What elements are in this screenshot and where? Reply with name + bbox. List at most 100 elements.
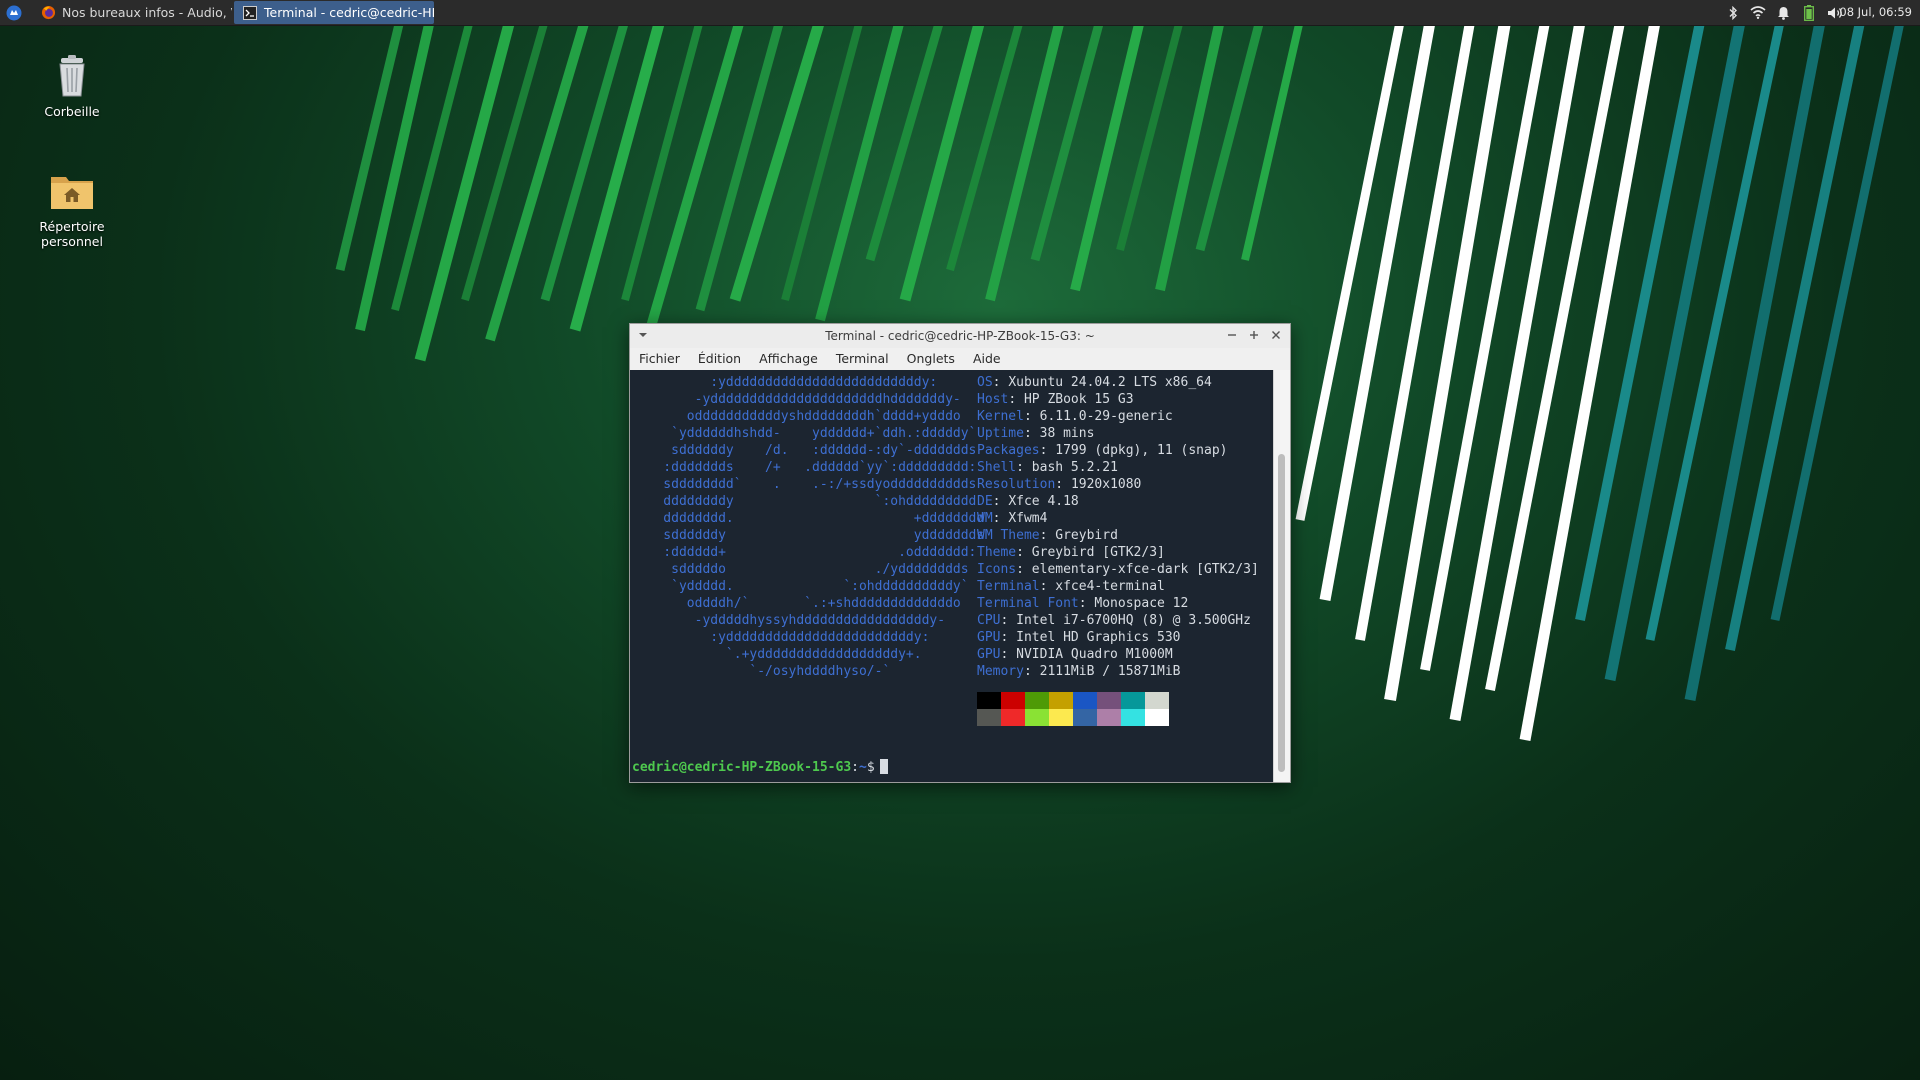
info-key: DE [977,494,993,509]
info-value: elementary-xfce-dark [GTK2/3] [1031,562,1259,577]
info-value: Intel i7-6700HQ (8) @ 3.500GHz [1016,613,1251,628]
color-swatch [1121,709,1145,726]
panel-clock[interactable]: 08 Jul, 06:59 [1839,0,1912,25]
bluetooth-icon[interactable] [1725,0,1741,25]
info-row: Terminal: xfce4-terminal [977,579,1165,594]
color-swatch [1049,709,1073,726]
desktop-icon-home-folder[interactable]: Répertoire personnel [17,167,127,249]
prompt-separator: : [851,760,859,775]
info-value: bash 5.2.21 [1031,460,1118,475]
taskbar-item-firefox[interactable]: Nos bureaux infos - Audio, V... [32,1,232,24]
info-key: Host [977,392,1009,407]
info-row: Kernel: 6.11.0-29-generic [977,409,1173,424]
close-icon [1272,331,1280,339]
color-swatch [1001,709,1025,726]
info-value: 2111MiB / 15871MiB [1039,664,1181,679]
info-value: Xfwm4 [1008,511,1048,526]
whisker-menu-button[interactable] [3,2,25,23]
ascii-logo: :ydddddddddddddddddddddddddy: -ydddddddd… [663,375,985,679]
palette-row-bright [977,709,1169,726]
info-row: GPU: Intel HD Graphics 530 [977,630,1181,645]
info-value: 1799 (dpkg), 11 (snap) [1055,443,1228,458]
info-row: WM: Xfwm4 [977,511,1048,526]
info-key: Terminal Font [977,596,1079,611]
close-button[interactable] [1267,327,1285,345]
info-value: Greybird [1055,528,1118,543]
info-row: Resolution: 1920x1080 [977,477,1142,492]
color-swatch [1073,709,1097,726]
xubuntu-logo-icon [6,5,22,20]
info-row: Icons: elementary-xfce-dark [GTK2/3] [977,562,1259,577]
info-row: Packages: 1799 (dpkg), 11 (snap) [977,443,1228,458]
wifi-icon[interactable] [1748,0,1768,25]
menu-fichier[interactable]: Fichier [630,348,689,370]
info-row: WM Theme: Greybird [977,528,1118,543]
trash-icon [48,52,96,100]
palette-row-normal [977,692,1169,709]
info-row: Terminal Font: Monospace 12 [977,596,1189,611]
info-key: CPU [977,613,1001,628]
window-titlebar[interactable]: Terminal - cedric@cedric-HP-ZBook-15-G3:… [630,324,1290,349]
maximize-icon [1250,331,1258,339]
maximize-button[interactable] [1245,327,1263,345]
info-value: 1920x1080 [1070,477,1142,492]
window-menubar: Fichier Édition Affichage Terminal Ongle… [630,348,1290,370]
firefox-icon [40,5,56,21]
info-row: Shell: bash 5.2.21 [977,460,1118,475]
terminal-window: Terminal - cedric@cedric-HP-ZBook-15-G3:… [629,323,1291,783]
color-swatch [977,692,1001,709]
color-swatch [1001,692,1025,709]
info-value: Monospace 12 [1094,596,1189,611]
terminal-output[interactable]: :ydddddddddddddddddddddddddy: -ydddddddd… [630,370,1274,782]
info-value: 38 mins [1039,426,1095,441]
color-swatch [1145,709,1169,726]
menu-edition[interactable]: Édition [689,348,750,370]
taskbar-item-label: Nos bureaux infos - Audio, V... [62,5,232,20]
window-title: Terminal - cedric@cedric-HP-ZBook-15-G3:… [825,329,1095,343]
taskbar-item-label: Terminal - cedric@cedric-HP... [264,5,434,20]
color-swatch [1025,709,1049,726]
menu-affichage[interactable]: Affichage [750,348,827,370]
taskbar-item-terminal[interactable]: Terminal - cedric@cedric-HP... [234,1,434,24]
color-swatch [1097,709,1121,726]
color-palette [977,692,1169,726]
info-row: Theme: Greybird [GTK2/3] [977,545,1165,560]
prompt-path: ~ [858,760,867,775]
minimize-icon [1228,334,1236,336]
scrollbar-thumb[interactable] [1278,454,1285,772]
prompt-user: cedric@cedric-HP-ZBook-15-G3 [632,760,852,775]
menu-terminal[interactable]: Terminal [827,348,898,370]
shell-prompt[interactable]: cedric@cedric-HP-ZBook-15-G3:~$ [632,759,888,776]
home-folder-icon [48,167,96,215]
info-value: Xubuntu 24.04.2 LTS x86_64 [1008,375,1212,390]
color-swatch [1121,692,1145,709]
menu-onglets[interactable]: Onglets [898,348,964,370]
info-key: WM [977,511,993,526]
color-swatch [1073,692,1097,709]
info-key: Terminal [977,579,1040,594]
info-row: Uptime: 38 mins [977,426,1095,441]
info-key: OS [977,375,993,390]
info-key: GPU [977,647,1001,662]
color-swatch [1097,692,1121,709]
notification-bell-icon[interactable] [1774,0,1792,25]
info-key: Uptime [977,426,1024,441]
color-swatch [977,709,1001,726]
minimize-button[interactable] [1223,327,1241,345]
color-swatch [1145,692,1169,709]
menu-aide[interactable]: Aide [964,348,1010,370]
info-value: Xfce 4.18 [1008,494,1079,509]
info-value: HP ZBook 15 G3 [1023,392,1134,407]
info-key: Kernel [977,409,1024,424]
info-key: Memory [977,664,1024,679]
info-value: Greybird [GTK2/3] [1031,545,1165,560]
info-row: DE: Xfce 4.18 [977,494,1079,509]
info-value: 6.11.0-29-generic [1039,409,1173,424]
desktop-icon-label: Répertoire [39,219,105,234]
battery-icon[interactable] [1802,0,1816,25]
terminal-scrollbar[interactable] [1273,370,1290,782]
color-swatch [1025,692,1049,709]
info-key: WM Theme [977,528,1040,543]
info-key: Theme [977,545,1017,560]
desktop-icon-trash[interactable]: Corbeille [17,52,127,119]
